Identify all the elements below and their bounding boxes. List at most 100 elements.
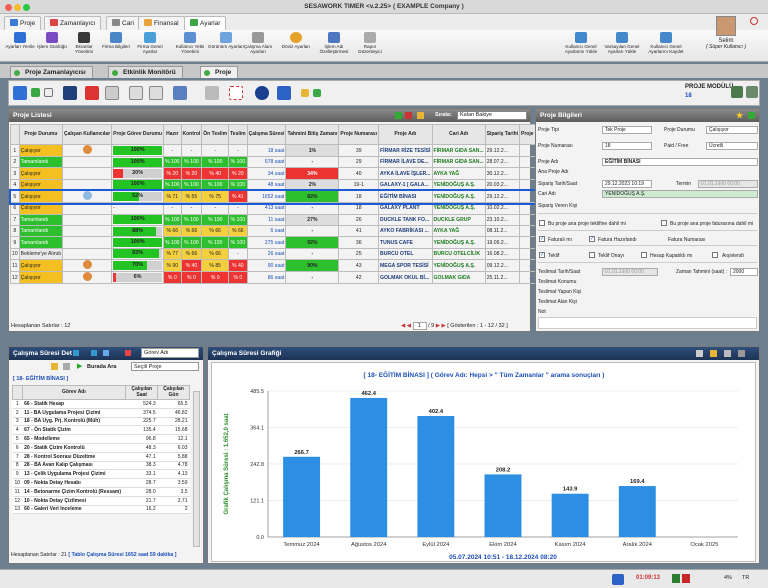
next-page-icon[interactable]: ▶ ▶ — [436, 323, 446, 329]
menu-tab-proje[interactable]: Proje — [4, 16, 42, 30]
column-header[interactable]: Sipariş Tarihi — [484, 124, 521, 145]
table-row[interactable]: 10 09 - Nokta Detay Hesabı 28.7 3.59 — [12, 478, 190, 488]
tab-proje[interactable]: Proje — [200, 66, 239, 78]
client-name-cell[interactable]: GOLMAK GIDA — [431, 271, 486, 285]
client-name-cell[interactable]: AYKA YAĞ — [431, 167, 486, 180]
s-logo-icon[interactable] — [277, 86, 291, 100]
checkbox[interactable] — [712, 252, 718, 258]
table-row[interactable]: 8 28 - BA Avan Kalıp Çalışması 38.3 4.78 — [12, 461, 190, 471]
new-document-icon[interactable] — [105, 86, 119, 100]
field-input[interactable]: Çalışıyor — [706, 126, 758, 134]
project-name-cell[interactable]: AYKA İLAVE İŞLER... — [378, 167, 433, 180]
user-card[interactable]: Selim ( Süper Kullanıcı ) — [700, 16, 752, 62]
table-row[interactable]: 7 Tamamlandı 100% % 100% 100% 100% 100 1… — [10, 213, 553, 226]
copy-icon[interactable] — [129, 86, 143, 100]
tab-proje-zamanlayicisi[interactable]: Proje Zamanlayıcısı — [10, 66, 93, 78]
table-row[interactable]: 11 Çalışıyor 70% % 90% 40% 85% 40 90 saa… — [10, 259, 553, 273]
client-name-cell[interactable]: FİRMAR GIDA SAN... — [431, 155, 486, 169]
checkbox[interactable] — [539, 220, 545, 226]
menu-tab-cari[interactable]: Cari — [106, 16, 140, 30]
project-name-cell[interactable]: EĞİTİM BİNASI — [378, 190, 433, 204]
folder-icon[interactable] — [301, 89, 309, 97]
project-name-cell[interactable]: BURCU OTEL — [378, 247, 433, 261]
tab-close-icon[interactable] — [112, 70, 118, 76]
load-default-settings-button[interactable]: Varsayılan Genel Ayarları Yükle — [600, 32, 644, 54]
settings-icon[interactable] — [738, 350, 745, 357]
column-header[interactable] — [10, 124, 20, 145]
refresh-icon[interactable] — [13, 86, 27, 100]
delete-icon[interactable] — [85, 86, 99, 100]
client-name-cell[interactable]: YENİDOĞUŞ A.Ş. — [431, 190, 486, 204]
field-input[interactable]: 01.01.1900 00:00 — [698, 180, 758, 188]
table-row[interactable]: 8 Tamamlandı 88% % 66% 66% 66% 66 6 saat… — [10, 224, 553, 238]
field-input[interactable]: 18 — [602, 142, 652, 150]
project-name-cell[interactable]: FİRMAR İLAVE DE... — [378, 155, 433, 169]
table-row[interactable]: 10 Bekleme'ye Alındı 93% % 77% 66% 66- 2… — [10, 247, 553, 261]
checkbox[interactable]: ✓ — [539, 236, 545, 242]
table-row[interactable]: 11 14 - Betonarme Çizim Kontrolü (Ressam… — [12, 487, 190, 497]
table-row[interactable]: 9 Tamamlandı 100% % 100% 100% 100% 100 2… — [10, 236, 553, 249]
table-row[interactable]: 1 66 - Statik Hesap 524.3 65.5 — [12, 399, 190, 409]
project-name-cell[interactable]: TUNUS CAFE — [378, 236, 433, 249]
table-row[interactable]: 2 11 - BA Uygulama Projesi Çizimi 374.5 … — [12, 408, 190, 418]
client-name-cell[interactable]: DUCKLE GRUP — [431, 213, 486, 226]
menu-tab-ayarlar[interactable]: Ayarlar — [184, 16, 227, 30]
note-textarea[interactable] — [538, 317, 757, 329]
field-input[interactable]: EĞİTİM BİNASI — [602, 158, 758, 166]
table-row[interactable]: 3 Çalışıyor 20% % 20% 20% 40% 20 34 saat… — [10, 167, 553, 180]
table-row[interactable]: 4 67 - Ön Statik Çizim 135.4 15.68 — [12, 425, 190, 436]
print-icon[interactable] — [63, 363, 70, 370]
sync-icon[interactable] — [255, 86, 269, 100]
checkbox[interactable]: ✓ — [589, 236, 595, 242]
check-icon[interactable] — [748, 112, 755, 119]
column-header[interactable]: Proje Adı — [378, 124, 433, 145]
field-input[interactable]: 2000 — [730, 268, 758, 276]
checked-icon[interactable] — [313, 89, 321, 97]
column-header[interactable]: Ön Teslim — [201, 124, 230, 145]
checkbox[interactable] — [641, 252, 647, 258]
table-row[interactable]: 9 13 - Çelik Uygulama Projesi Çizimi 33.… — [12, 469, 190, 480]
page-input[interactable]: 1 — [412, 322, 427, 330]
field-input[interactable]: 29.12.2023 10:19 — [602, 180, 652, 188]
company-info-button[interactable]: Firma Bilgileri — [98, 32, 134, 49]
search-play-icon[interactable]: ▶ — [77, 362, 82, 370]
export-icon[interactable] — [731, 86, 743, 98]
paste-icon[interactable] — [149, 86, 163, 100]
report-icon[interactable] — [746, 86, 758, 98]
star-icon[interactable]: ★ — [736, 111, 743, 120]
client-name-cell[interactable]: BURCU OTELCİLİK — [431, 247, 486, 261]
table-row[interactable]: 3 18 - BA Uyg. Prj. Kontrolü (Müh) 225.7… — [12, 417, 190, 427]
menu-tab-finansal[interactable]: Finansal — [138, 16, 185, 30]
column-header[interactable]: Cari Adı — [431, 124, 486, 145]
checkbox[interactable] — [661, 220, 667, 226]
table-row[interactable]: 7 28 - Kontrol Sonrası Düzeltme 47.1 5.8… — [12, 452, 190, 462]
client-name-cell[interactable]: YENİDOĞUŞ A.Ş. — [431, 236, 486, 249]
folder-icon[interactable] — [51, 363, 58, 370]
field-input[interactable]: 01.01.1900 00:00 — [602, 268, 658, 276]
client-name-cell[interactable]: YENİDOĞUŞ A.Ş. — [431, 202, 486, 215]
column-header[interactable]: Hazır — [163, 124, 182, 145]
redo-icon[interactable] — [205, 86, 219, 100]
currency-settings-button[interactable]: Döviz Ayarları — [278, 32, 314, 49]
column-header[interactable]: Proje Numarası — [338, 124, 380, 145]
menu-tab-zamanlayici[interactable]: Zamanlayıcı — [44, 16, 102, 30]
column-header[interactable]: Proje Görev Durumu — [111, 124, 165, 145]
field-input[interactable]: YENİDOĞUŞ A.Ş. — [602, 190, 758, 198]
sort-select[interactable]: Kalan Bakiye — [457, 111, 527, 120]
view-settings-button[interactable]: Görünüm Ayarları — [208, 32, 244, 49]
load-user-settings-button[interactable]: Kullanıcı Genel Ayarlarını Yükle — [560, 32, 602, 54]
table-row[interactable]: 4 Çalışıyor 100% % 100% 100% 100% 100 48… — [10, 178, 553, 192]
field-input[interactable]: Tek Proje — [602, 126, 652, 134]
task-scrollbar[interactable] — [193, 391, 200, 547]
project-name-cell[interactable]: GOLMAK OKUL Bİ... — [378, 271, 433, 285]
grid-icon[interactable] — [395, 112, 402, 119]
project-name-cell[interactable]: MEGA SPOR TESİSİ — [378, 259, 433, 273]
sort-icon[interactable] — [417, 112, 424, 119]
table-row[interactable]: 13 60 - Galeri Veri İnceleme 16.2 2 — [12, 505, 190, 515]
column-header[interactable]: Tahmini Bitiş Zamanı — [285, 124, 340, 145]
activity-log-button[interactable]: İşlem Günlüğü — [34, 32, 70, 49]
column-header[interactable]: Çalışma Süresi — [246, 124, 287, 145]
tab-close-icon[interactable] — [204, 70, 210, 76]
collapse-icon[interactable] — [103, 350, 109, 356]
task-filter-select[interactable]: Görev Adı — [141, 348, 199, 358]
